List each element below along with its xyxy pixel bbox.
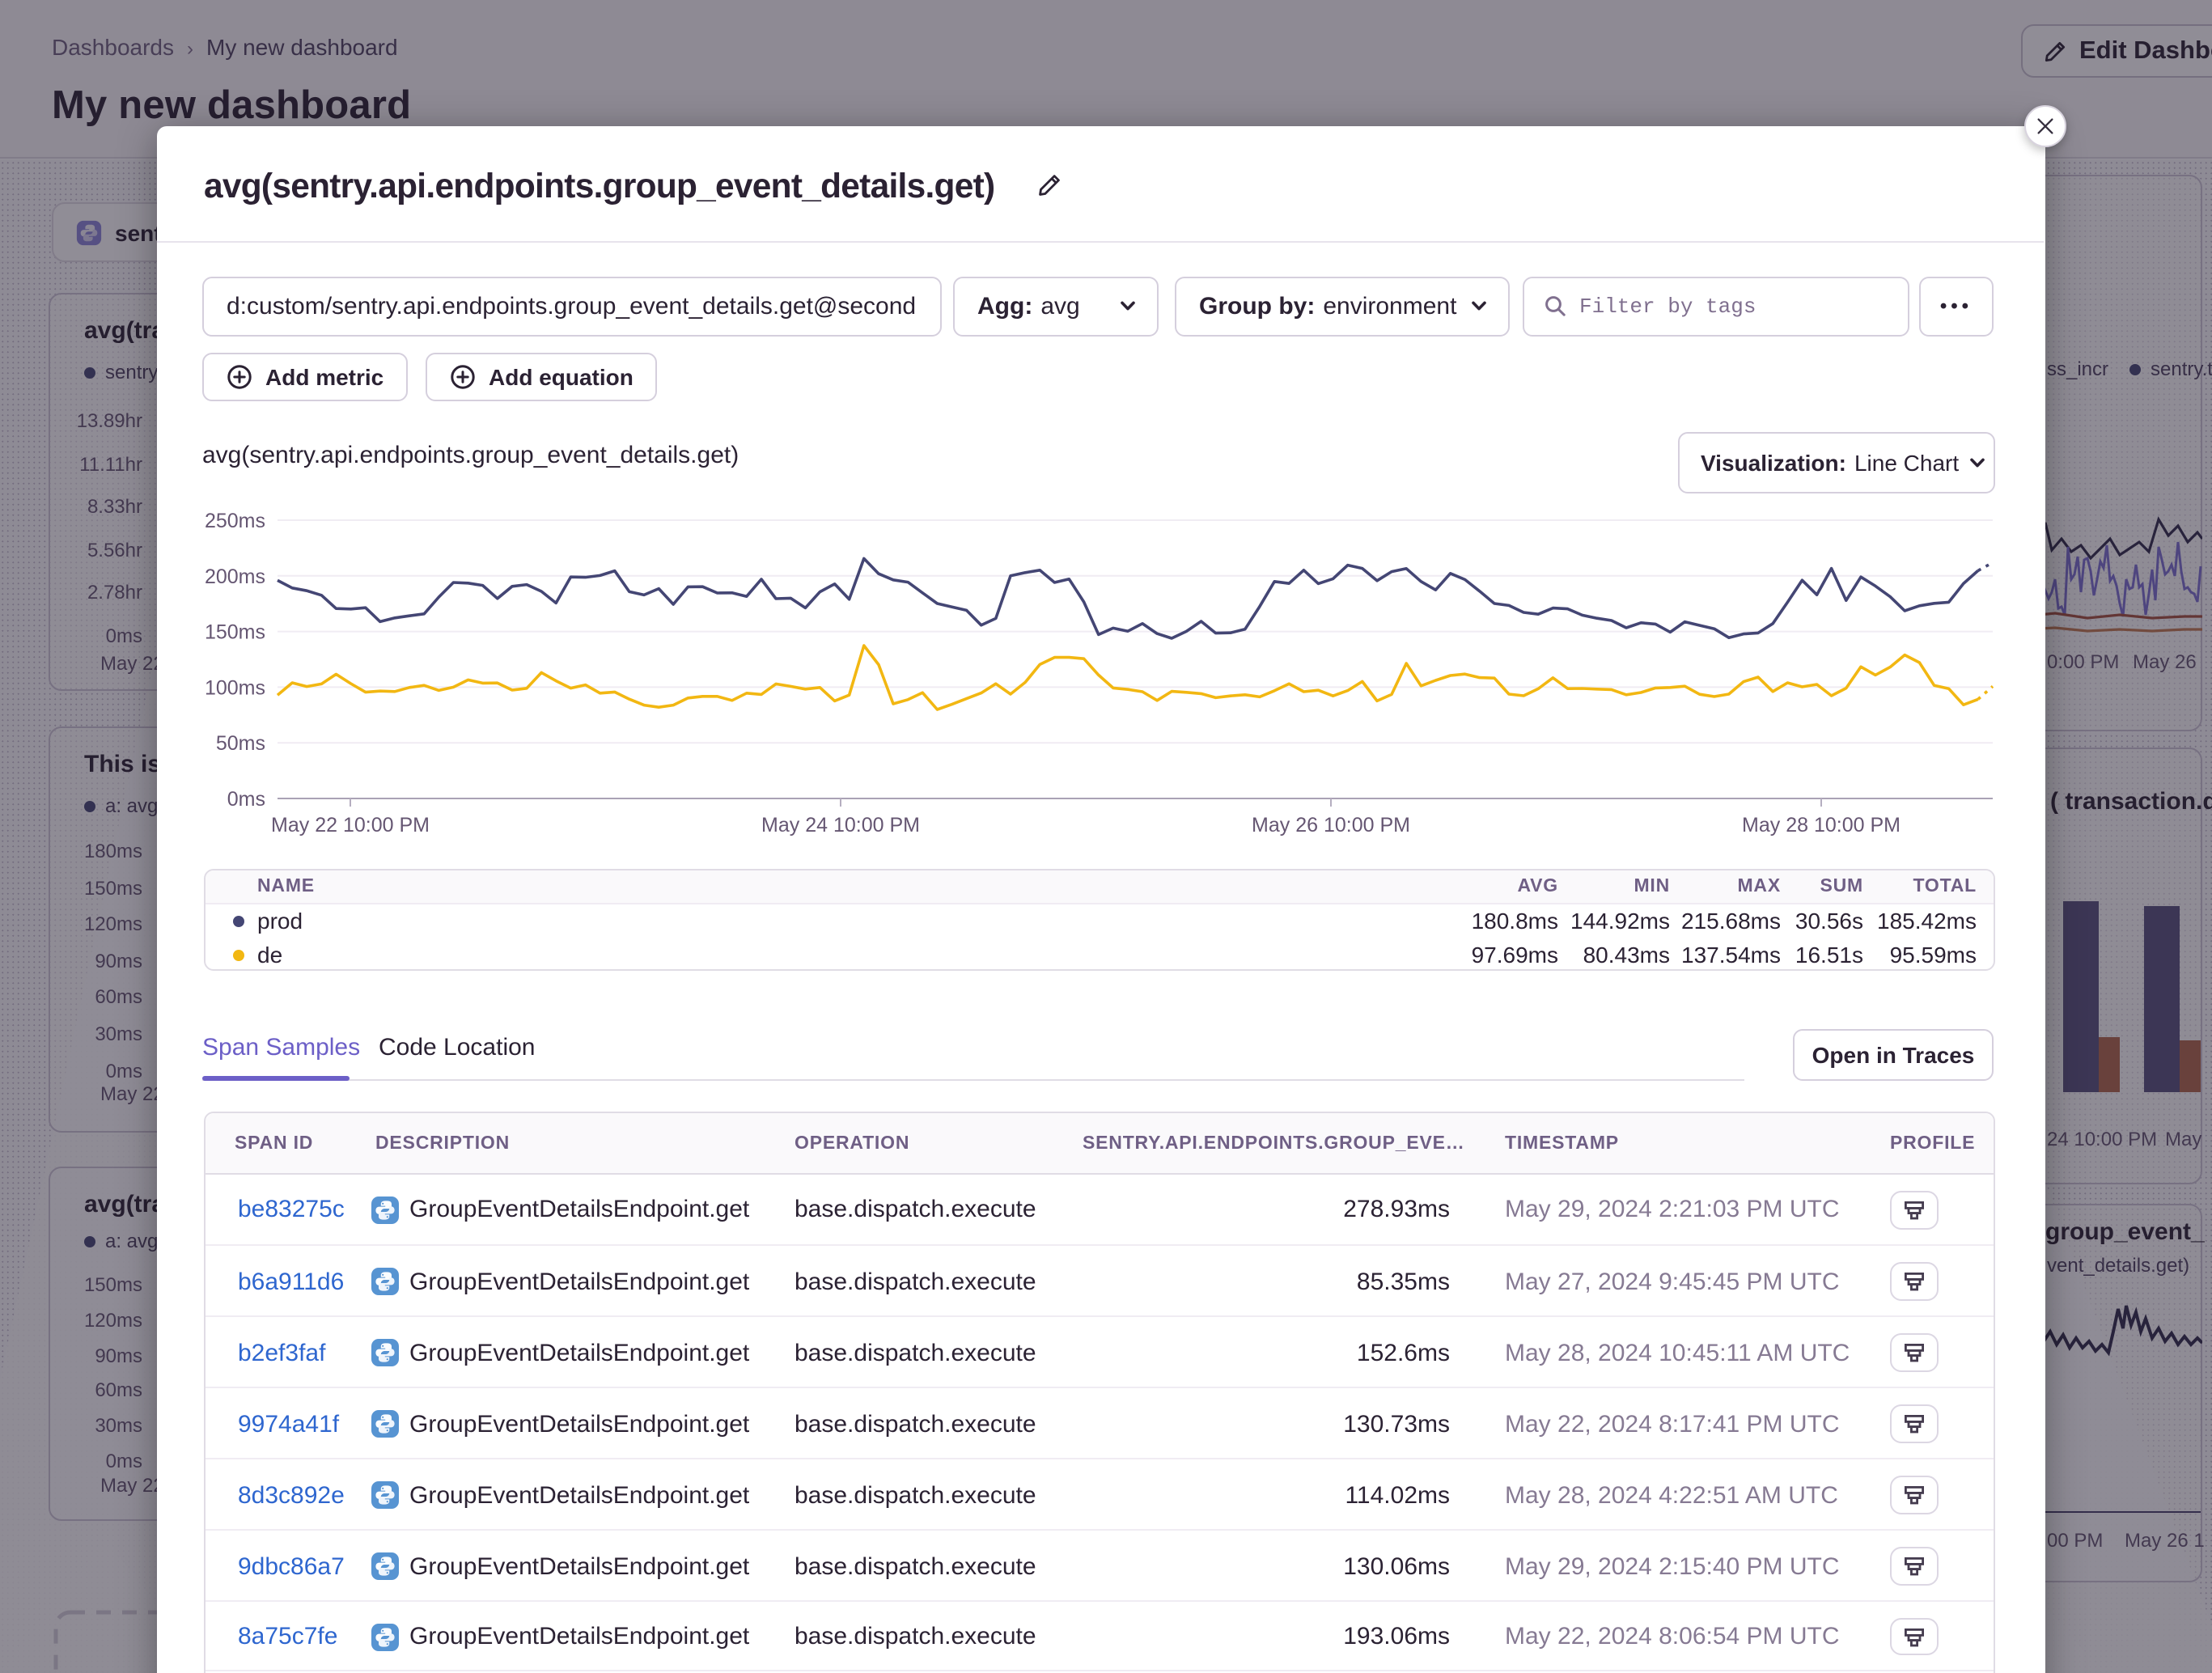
svg-text:150ms: 150ms — [205, 620, 265, 643]
svg-text:250ms: 250ms — [205, 509, 265, 532]
svg-text:May 24 10:00 PM: May 24 10:00 PM — [761, 813, 920, 836]
svg-text:200ms: 200ms — [205, 565, 265, 587]
svg-text:100ms: 100ms — [205, 676, 265, 698]
svg-text:0ms: 0ms — [227, 787, 265, 810]
svg-text:May 26 10:00 PM: May 26 10:00 PM — [1252, 813, 1410, 836]
svg-text:50ms: 50ms — [216, 731, 265, 754]
svg-text:May 28 10:00 PM: May 28 10:00 PM — [1742, 813, 1901, 836]
svg-text:May 22 10:00 PM: May 22 10:00 PM — [271, 813, 430, 836]
